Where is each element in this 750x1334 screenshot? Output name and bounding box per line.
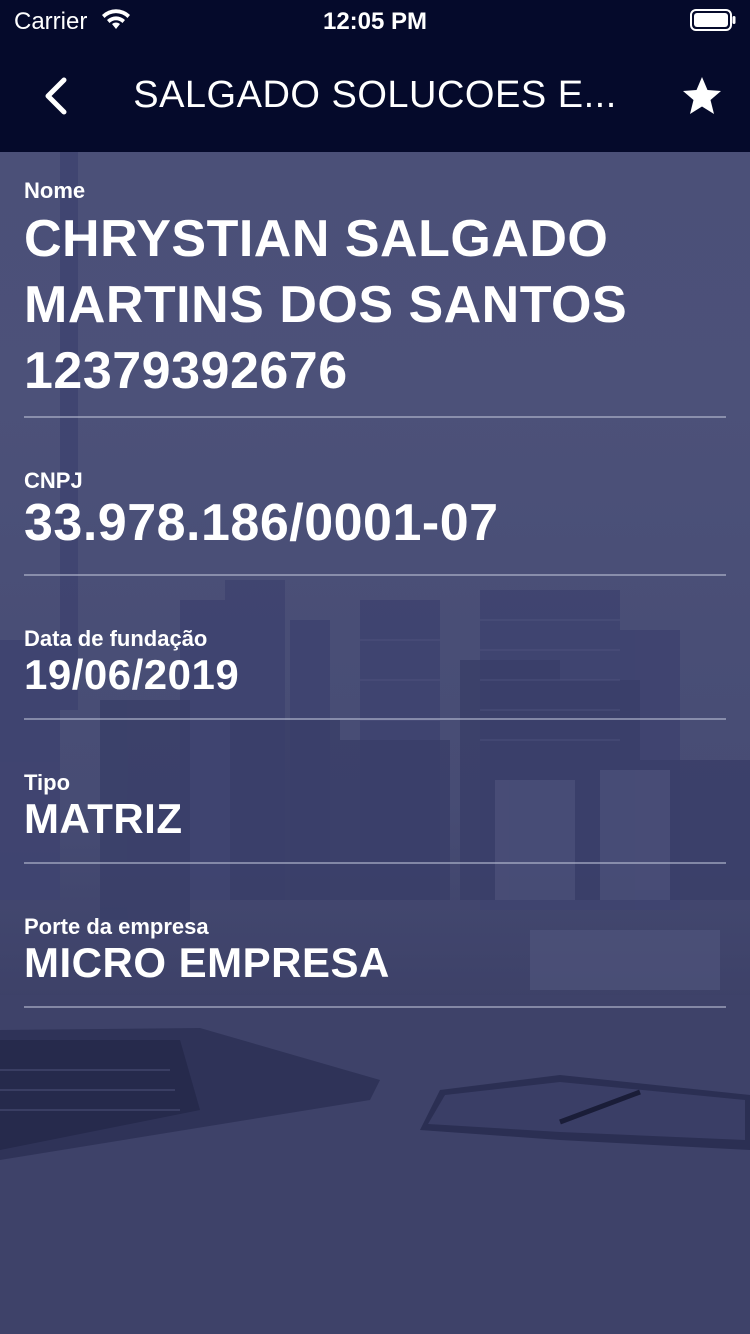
field-value-data-fundacao: 19/06/2019 xyxy=(24,651,240,698)
field-label-porte: Porte da empresa xyxy=(24,914,209,939)
star-icon xyxy=(683,77,721,114)
field-data-fundacao: Data de fundação 19/06/2019 xyxy=(24,576,726,720)
chevron-left-icon xyxy=(45,77,67,115)
clock-label: 12:05 PM xyxy=(322,8,428,35)
field-cnpj: CNPJ 33.978.186/0001-07 xyxy=(24,418,726,576)
field-label-nome: Nome xyxy=(24,178,86,203)
field-value-nome: CHRYSTIAN SALGADO MARTINS DOS SANTOS 123… xyxy=(24,210,628,400)
field-tipo: Tipo MATRIZ xyxy=(24,720,726,864)
field-value-porte: MICRO EMPRESA xyxy=(24,939,390,986)
back-button[interactable] xyxy=(36,74,76,118)
battery-icon xyxy=(690,9,736,31)
favorite-button[interactable] xyxy=(680,74,724,118)
page-title: SALGADO SOLUCOES E... xyxy=(133,74,617,116)
field-value-cnpj: 33.978.186/0001-07 xyxy=(24,494,499,552)
navigation-bar: SALGADO SOLUCOES E... xyxy=(0,40,750,152)
field-label-data-fundacao: Data de fundação xyxy=(24,626,208,651)
company-details: Nome CHRYSTIAN SALGADO MARTINS DOS SANTO… xyxy=(24,152,726,1008)
field-value-tipo: MATRIZ xyxy=(24,795,183,842)
field-label-tipo: Tipo xyxy=(24,770,71,795)
field-nome: Nome CHRYSTIAN SALGADO MARTINS DOS SANTO… xyxy=(24,152,726,418)
field-porte: Porte da empresa MICRO EMPRESA xyxy=(24,864,726,1008)
status-bar: Carrier 12:05 PM xyxy=(0,0,750,40)
